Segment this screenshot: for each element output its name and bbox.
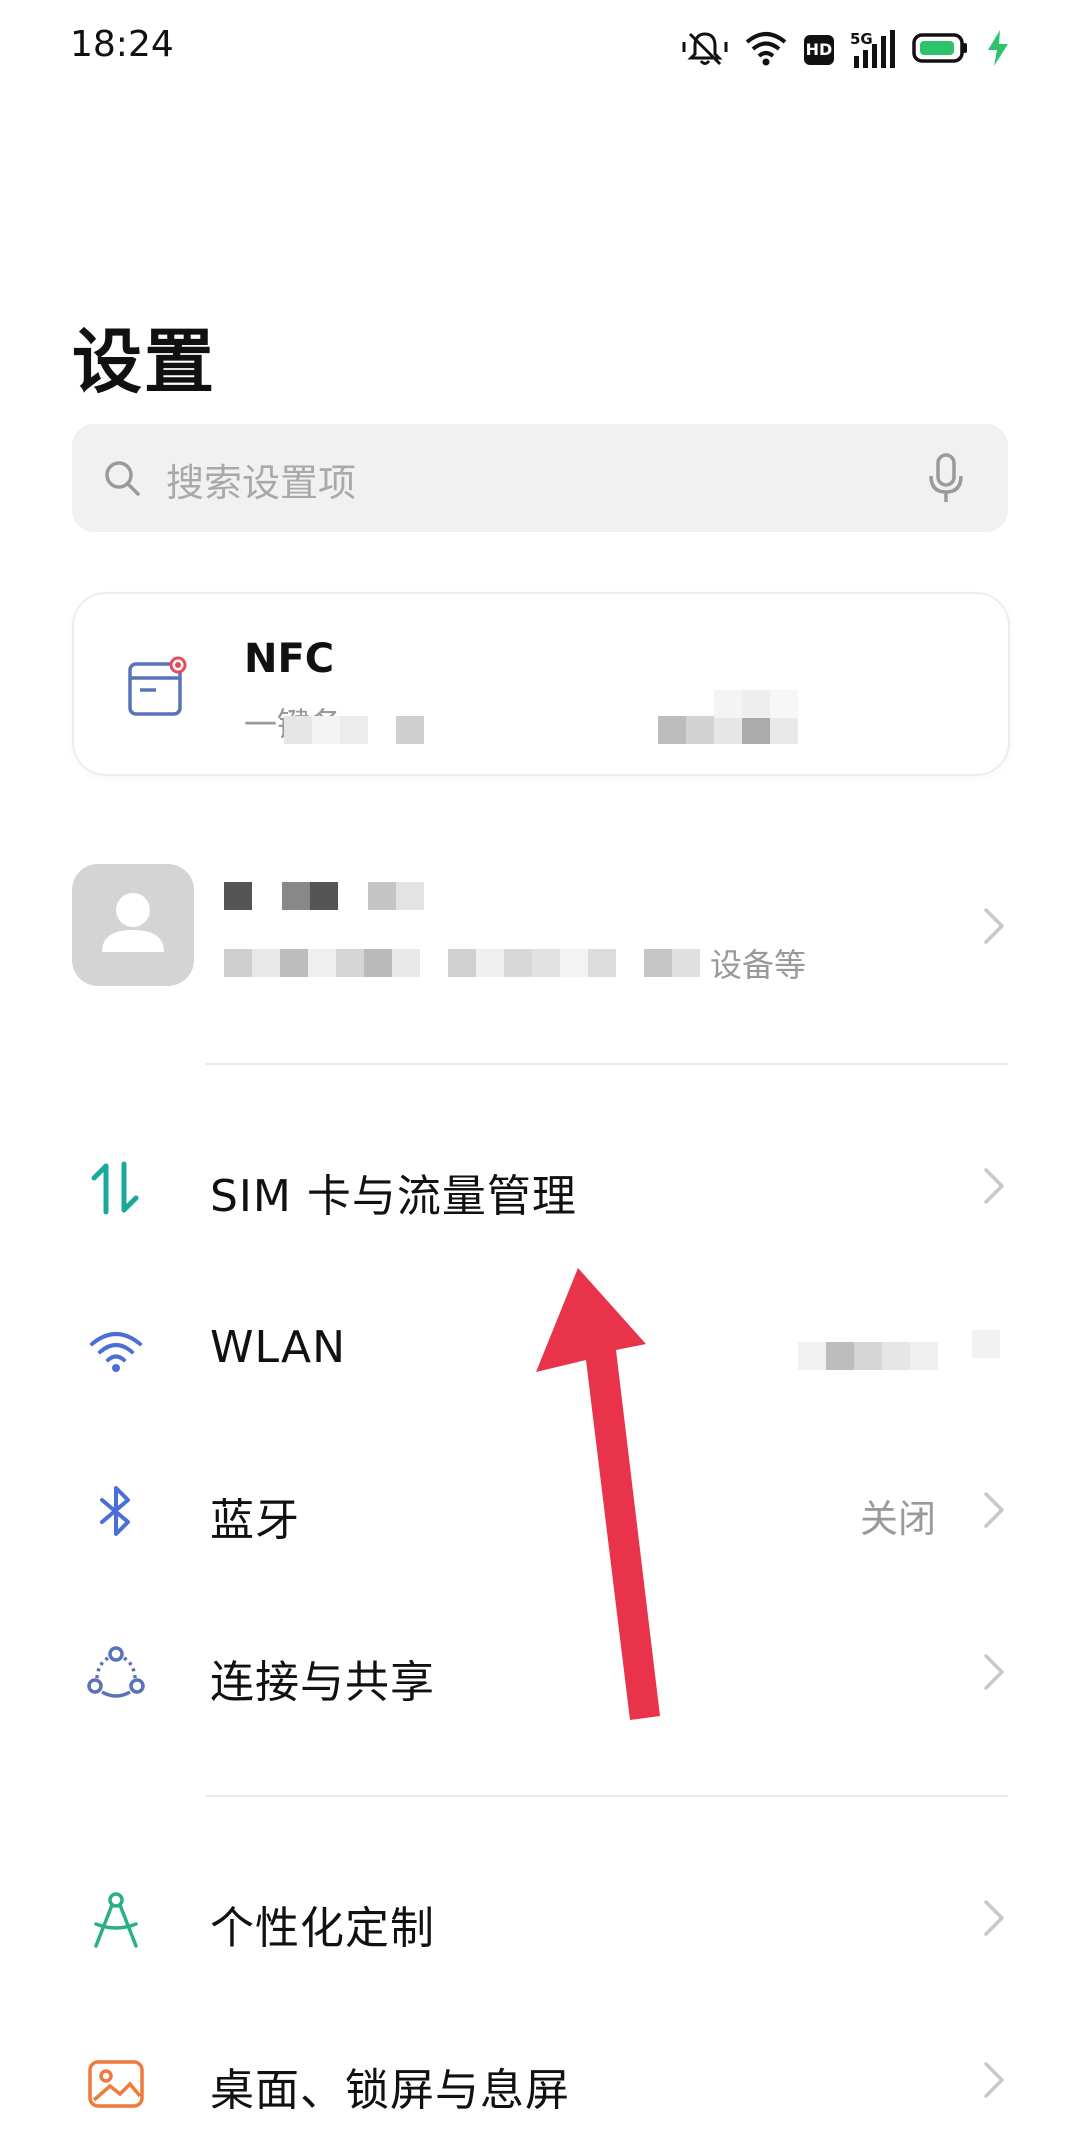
setting-label: 桌面、锁屏与息屏 [210, 2065, 570, 2116]
connection-share-icon [86, 1644, 146, 1704]
setting-label: 个性化定制 [210, 1903, 435, 1954]
redacted-wlan-chevron [972, 1330, 1000, 1358]
divider [206, 1795, 1008, 1797]
redacted-text [224, 949, 700, 977]
signal-5g-icon: 5G [850, 30, 896, 70]
bluetooth-icon [86, 1482, 146, 1542]
chevron-right-icon [980, 1166, 1008, 1210]
wifi-icon [744, 28, 788, 72]
setting-connection-share[interactable]: 连接与共享 [72, 1614, 1008, 1734]
battery-icon [912, 28, 970, 72]
page-title: 设置 [72, 321, 216, 403]
nfc-title: NFC [244, 636, 335, 682]
divider [206, 1063, 1008, 1065]
account-row[interactable]: 设备等 [72, 860, 1008, 990]
status-bar: 18:24 HD 5G [0, 0, 1080, 100]
charging-icon [986, 28, 1010, 72]
account-subtitle-suffix: 设备等 [710, 946, 807, 984]
person-icon [102, 893, 164, 952]
mic-icon[interactable] [926, 452, 966, 508]
setting-wlan[interactable]: WLAN [72, 1290, 1008, 1410]
chevron-right-icon [980, 1652, 1008, 1696]
wifi-icon [86, 1320, 146, 1380]
setting-label: WLAN [210, 1322, 347, 1373]
account-subtitle: 设备等 [224, 940, 806, 986]
chevron-right-icon [980, 1898, 1008, 1942]
setting-label: 蓝牙 [210, 1495, 300, 1546]
nfc-card-icon [126, 656, 188, 722]
search-input[interactable]: 搜索设置项 [72, 424, 1008, 532]
hd-icon: HD [804, 35, 834, 65]
chevron-right-icon [980, 906, 1008, 950]
avatar[interactable] [72, 864, 194, 986]
chevron-right-icon [980, 1490, 1008, 1534]
chevron-right-icon [980, 2060, 1008, 2104]
sim-data-icon [86, 1158, 146, 1218]
bluetooth-status: 关闭 [859, 1497, 936, 1541]
redacted-wlan-name [798, 1342, 938, 1370]
setting-label: SIM 卡与流量管理 [210, 1171, 577, 1222]
setting-label: 连接与共享 [210, 1657, 435, 1708]
nfc-card[interactable]: NFC 一键备 [72, 592, 1010, 776]
setting-personalize[interactable]: 个性化定制 [72, 1860, 1008, 1980]
setting-wallpaper[interactable]: 桌面、锁屏与息屏 [72, 2022, 1008, 2142]
status-time: 18:24 [70, 24, 174, 65]
wallpaper-icon [86, 2052, 146, 2112]
redacted-text [714, 690, 798, 718]
redacted-account-name [224, 882, 424, 910]
redacted-text [284, 716, 424, 744]
status-icons: HD 5G [682, 28, 1010, 72]
setting-bluetooth[interactable]: 蓝牙 关闭 [72, 1452, 1008, 1572]
search-icon [102, 458, 142, 502]
search-placeholder: 搜索设置项 [166, 461, 357, 505]
personalize-icon [86, 1890, 146, 1950]
setting-sim-data[interactable]: SIM 卡与流量管理 [72, 1128, 1008, 1248]
redacted-text [658, 716, 798, 744]
mute-icon [682, 28, 728, 72]
